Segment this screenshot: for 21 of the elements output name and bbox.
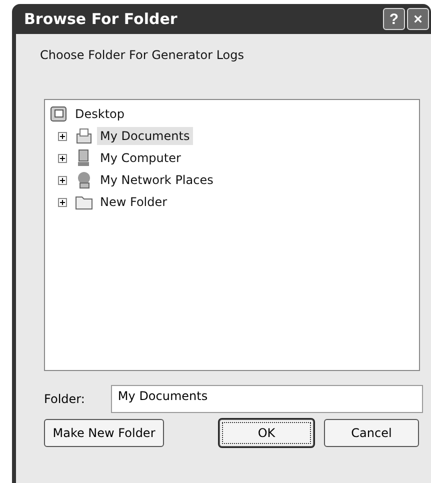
expand-icon[interactable]	[58, 154, 67, 162]
expand-icon[interactable]	[58, 198, 67, 206]
expand-icon[interactable]	[58, 132, 67, 140]
documents-icon	[75, 127, 93, 145]
tree-item[interactable]: Desktop	[72, 105, 128, 123]
tree-item[interactable]: My Computer	[97, 149, 184, 167]
tree-item[interactable]: My Network Places	[97, 171, 216, 189]
expand-icon[interactable]	[58, 176, 67, 184]
desktop-icon	[50, 105, 68, 123]
close-button[interactable]: ×	[407, 8, 429, 30]
help-button[interactable]: ?	[383, 8, 405, 30]
tree-item[interactable]: New Folder	[97, 193, 170, 211]
tree-item[interactable]: My Documents	[97, 127, 193, 145]
ok-button[interactable]: OK	[219, 419, 314, 447]
cancel-button[interactable]: Cancel	[324, 419, 419, 447]
window-title: Browse For Folder	[24, 10, 178, 28]
make-folder-button[interactable]: Make New Folder	[44, 419, 164, 447]
network-icon	[75, 171, 93, 189]
field-label: Folder:	[44, 392, 85, 406]
folder-field[interactable]: My Documents	[110, 385, 423, 413]
description: Choose Folder For Generator Logs	[40, 48, 246, 62]
